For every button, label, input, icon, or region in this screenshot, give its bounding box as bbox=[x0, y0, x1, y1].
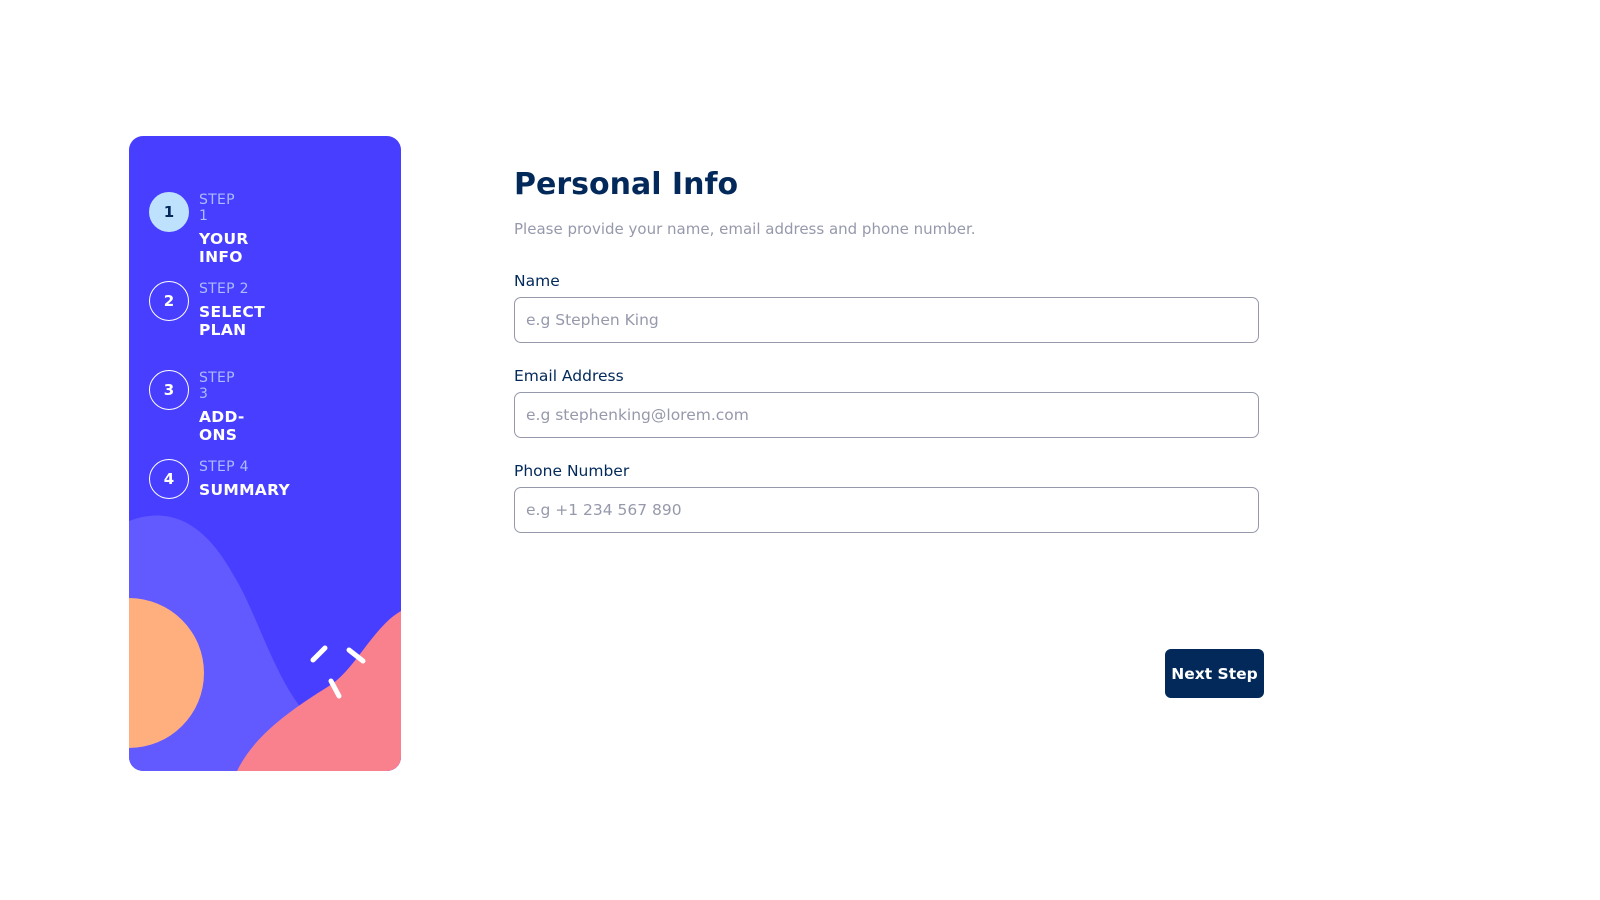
step-number-badge: 3 bbox=[149, 370, 189, 410]
next-step-button[interactable]: Next Step bbox=[1165, 649, 1264, 698]
step-label: STEP 2 bbox=[199, 281, 249, 297]
multi-step-form: 1 STEP 1 YOUR INFO 2 STEP 2 SELECT PLAN … bbox=[0, 0, 1600, 900]
email-label: Email Address bbox=[514, 367, 624, 385]
phone-input[interactable] bbox=[514, 487, 1259, 533]
step-label: STEP 1 bbox=[199, 192, 235, 224]
name-label: Name bbox=[514, 272, 560, 290]
page-subtitle: Please provide your name, email address … bbox=[514, 220, 976, 238]
step-label: STEP 4 bbox=[199, 459, 249, 475]
step-title: YOUR INFO bbox=[199, 230, 249, 266]
name-input[interactable] bbox=[514, 297, 1259, 343]
page-title: Personal Info bbox=[514, 167, 739, 202]
step-number-badge: 1 bbox=[149, 192, 189, 232]
step-title: ADD-ONS bbox=[199, 408, 245, 444]
personal-info-form: Name Email Address Phone Number bbox=[514, 271, 1259, 533]
step-number-badge: 4 bbox=[149, 459, 189, 499]
email-input[interactable] bbox=[514, 392, 1259, 438]
sidebar: 1 STEP 1 YOUR INFO 2 STEP 2 SELECT PLAN … bbox=[129, 136, 401, 771]
phone-label: Phone Number bbox=[514, 462, 630, 480]
step-number-badge: 2 bbox=[149, 281, 189, 321]
step-label: STEP 3 bbox=[199, 370, 235, 402]
step-title: SELECT PLAN bbox=[199, 303, 265, 339]
step-title: SUMMARY bbox=[199, 481, 291, 499]
form-panel: Personal Info Please provide your name, … bbox=[514, 167, 1259, 556]
